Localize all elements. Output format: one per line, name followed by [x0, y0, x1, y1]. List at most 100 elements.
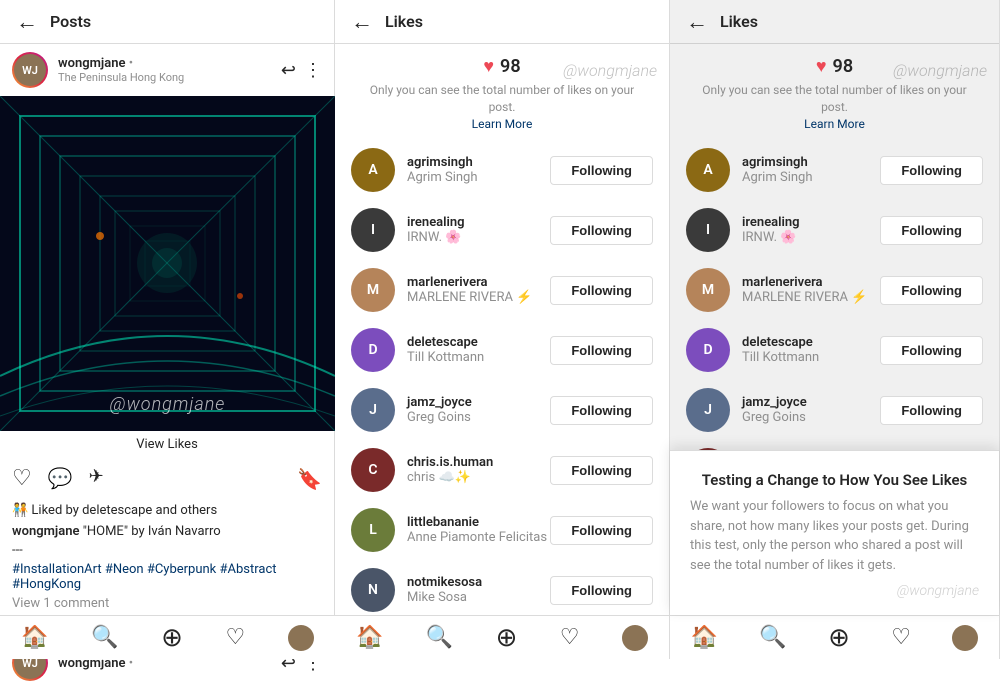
like-avatar[interactable]: J — [351, 388, 395, 432]
like-username[interactable]: agrimsingh — [407, 155, 478, 170]
like-user-left-dark: I irenealing IRNW. 🌸 — [686, 208, 800, 252]
nav-heart[interactable]: ♡ — [225, 625, 245, 650]
likes-dark-learn-more[interactable]: Learn More — [804, 117, 865, 131]
like-display-name: Agrim Singh — [407, 170, 478, 185]
likes-back-button[interactable]: ← — [351, 9, 373, 35]
like-username[interactable]: irenealing — [407, 215, 465, 230]
username[interactable]: wongmjane • — [58, 56, 184, 71]
likes-dark-nav-search[interactable]: 🔍 — [759, 625, 786, 650]
panel-posts: ← Posts WJ wongmjane • The Peninsula Hon… — [0, 0, 335, 659]
post-actions-bar: ♡ 💬 ✈ 🔖 — [0, 458, 334, 499]
following-button[interactable]: Following — [550, 216, 653, 245]
following-button-dark[interactable]: Following — [880, 276, 983, 305]
nav-search[interactable]: 🔍 — [91, 625, 118, 650]
privacy-text: Only you can see the total number of lik… — [370, 83, 634, 114]
like-avatar-dark[interactable]: A — [686, 148, 730, 192]
like-avatar[interactable]: N — [351, 568, 395, 612]
like-avatar[interactable]: D — [351, 328, 395, 372]
like-item: I irenealing IRNW. 🌸 Following — [335, 200, 669, 260]
likes-nav-add[interactable]: ⊕ — [496, 623, 518, 653]
following-button[interactable]: Following — [550, 456, 653, 485]
like-button[interactable]: ♡ — [12, 466, 32, 491]
like-user-info: jamz_joyce Greg Goins — [407, 395, 472, 425]
bookmark-button[interactable]: 🔖 — [297, 467, 322, 491]
like-display-name-dark: MARLENE RIVERA ⚡ — [742, 290, 867, 305]
following-button[interactable]: Following — [550, 576, 653, 605]
like-user-left-dark: J jamz_joyce Greg Goins — [686, 388, 807, 432]
likes-dark-back-button[interactable]: ← — [686, 9, 708, 35]
view-likes-link[interactable]: View Likes — [0, 431, 334, 458]
like-avatar[interactable]: C — [351, 448, 395, 492]
avatar[interactable]: WJ — [12, 52, 48, 88]
following-button[interactable]: Following — [550, 156, 653, 185]
nav-profile[interactable] — [288, 625, 314, 651]
liked-by-text: Liked by deletescape and others — [31, 503, 217, 518]
likes-nav-home[interactable]: 🏠 — [356, 625, 383, 650]
like-display-name: IRNW. 🌸 — [407, 230, 465, 245]
likes-dark-bottom-nav: 🏠 🔍 ⊕ ♡ — [670, 615, 999, 659]
panel-likes-dark: ← Likes ♥ 98 @wongmjane Only you can see… — [670, 0, 1000, 659]
likes-dark-nav-profile[interactable] — [952, 625, 978, 651]
likes-nav-profile[interactable] — [622, 625, 648, 651]
following-button[interactable]: Following — [550, 276, 653, 305]
like-user-info: deletescape Till Kottmann — [407, 335, 484, 365]
posts-header: ← Posts — [0, 0, 334, 44]
like-username-dark[interactable]: jamz_joyce — [742, 395, 807, 410]
location: The Peninsula Hong Kong — [58, 71, 184, 84]
post-user-left: WJ wongmjane • The Peninsula Hong Kong — [12, 52, 184, 88]
caption-username[interactable]: wongmjane — [12, 524, 79, 539]
likes-dark-nav-add[interactable]: ⊕ — [828, 623, 850, 653]
like-avatar-dark[interactable]: D — [686, 328, 730, 372]
following-button[interactable]: Following — [550, 516, 653, 545]
following-button[interactable]: Following — [550, 336, 653, 365]
following-button-dark[interactable]: Following — [880, 156, 983, 185]
undo-button[interactable]: ↩ — [281, 60, 296, 81]
following-button-dark[interactable]: Following — [880, 216, 983, 245]
likes-dark-title: Likes — [720, 12, 758, 31]
like-username[interactable]: notmikesosa — [407, 575, 482, 590]
following-button[interactable]: Following — [550, 396, 653, 425]
view-comments[interactable]: View 1 comment — [0, 594, 334, 613]
like-avatar[interactable]: M — [351, 268, 395, 312]
like-user-left-dark: M marlenerivera MARLENE RIVERA ⚡ — [686, 268, 867, 312]
like-username[interactable]: littlebananie — [407, 515, 547, 530]
like-username[interactable]: deletescape — [407, 335, 484, 350]
following-button-dark[interactable]: Following — [880, 336, 983, 365]
tooltip-popup: Testing a Change to How You See Likes We… — [670, 450, 999, 615]
like-avatar-dark[interactable]: J — [686, 388, 730, 432]
like-avatar-dark[interactable]: I — [686, 208, 730, 252]
comment-button[interactable]: 💬 — [48, 466, 73, 491]
like-user-info-dark: deletescape Till Kottmann — [742, 335, 819, 365]
like-username[interactable]: jamz_joyce — [407, 395, 472, 410]
like-user-info: marlenerivera MARLENE RIVERA ⚡ — [407, 275, 532, 305]
like-display-name: Mike Sosa — [407, 590, 482, 605]
more-button[interactable]: ⋮ — [304, 60, 322, 81]
share-button[interactable]: ✈ — [89, 466, 104, 491]
like-user-left: D deletescape Till Kottmann — [351, 328, 484, 372]
image-watermark: @wongmjane — [110, 394, 226, 415]
like-username[interactable]: chris.is.human — [407, 455, 493, 470]
post-tags[interactable]: #InstallationArt #Neon #Cyberpunk #Abstr… — [0, 560, 334, 594]
likes-nav-search[interactable]: 🔍 — [426, 625, 453, 650]
back-button[interactable]: ← — [16, 9, 38, 35]
likes-dark-nav-heart[interactable]: ♡ — [891, 625, 911, 650]
like-avatar-dark[interactable]: M — [686, 268, 730, 312]
like-avatar[interactable]: A — [351, 148, 395, 192]
following-button-dark[interactable]: Following — [880, 396, 983, 425]
likes-dark-nav-home[interactable]: 🏠 — [691, 625, 718, 650]
likes-nav-heart[interactable]: ♡ — [560, 625, 580, 650]
like-username-dark[interactable]: irenealing — [742, 215, 800, 230]
like-username[interactable]: marlenerivera — [407, 275, 532, 290]
like-username-dark[interactable]: deletescape — [742, 335, 819, 350]
like-item-dark: I irenealing IRNW. 🌸 Following — [670, 200, 999, 260]
like-user-info-dark: agrimsingh Agrim Singh — [742, 155, 813, 185]
nav-home[interactable]: 🏠 — [21, 625, 48, 650]
learn-more-link[interactable]: Learn More — [472, 117, 533, 131]
nav-add[interactable]: ⊕ — [161, 623, 183, 653]
like-avatar[interactable]: I — [351, 208, 395, 252]
like-avatar[interactable]: L — [351, 508, 395, 552]
post-image: @wongmjane — [0, 96, 335, 431]
like-username-dark[interactable]: agrimsingh — [742, 155, 813, 170]
like-username-dark[interactable]: marlenerivera — [742, 275, 867, 290]
bottom-nav: 🏠 🔍 ⊕ ♡ — [0, 615, 335, 659]
